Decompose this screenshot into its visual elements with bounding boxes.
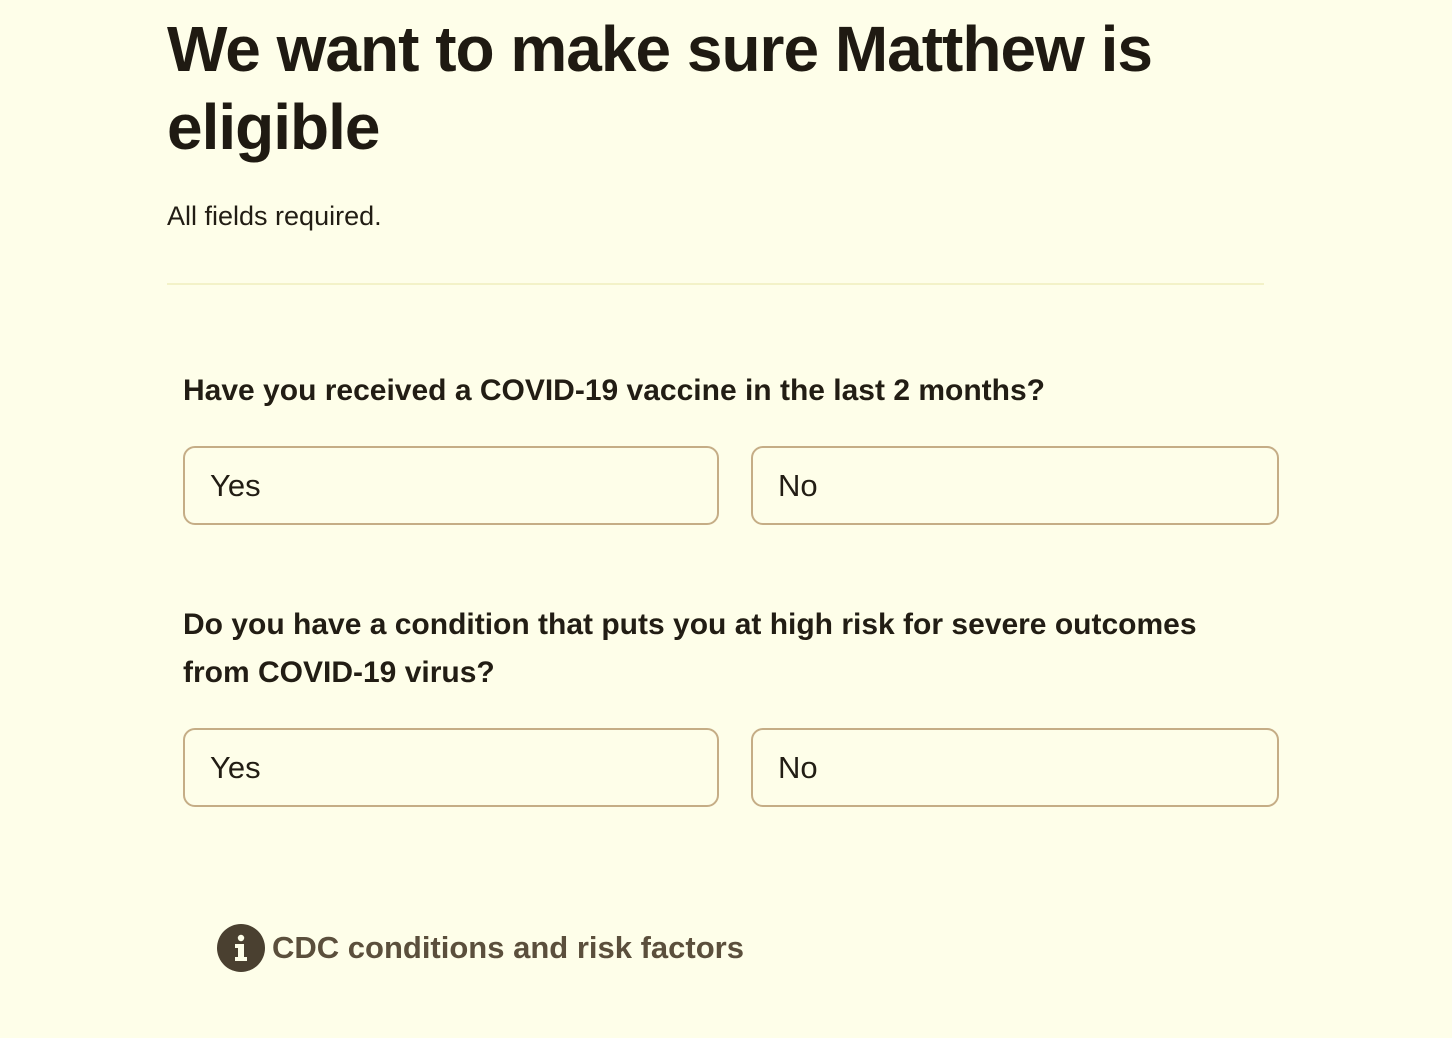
eligibility-page: We want to make sure Matthew is eligible…	[0, 0, 1452, 1038]
recent-vaccine-yes-option[interactable]: Yes	[183, 446, 719, 525]
section-divider	[167, 283, 1264, 285]
question-high-risk-condition: Do you have a condition that puts you at…	[183, 608, 1197, 689]
question-recent-vaccine: Have you received a COVID-19 vaccine in …	[183, 374, 1045, 407]
page-title: We want to make sure Matthew is eligible	[167, 13, 1153, 163]
cdc-conditions-link-label: CDC conditions and risk factors	[272, 930, 744, 965]
high-risk-no-option[interactable]: No	[751, 728, 1279, 807]
recent-vaccine-no-option[interactable]: No	[751, 446, 1279, 525]
info-icon	[217, 924, 265, 972]
high-risk-yes-option[interactable]: Yes	[183, 728, 719, 807]
cdc-conditions-link[interactable]: CDC conditions and risk factors	[217, 924, 744, 972]
required-fields-note: All fields required.	[167, 201, 382, 231]
